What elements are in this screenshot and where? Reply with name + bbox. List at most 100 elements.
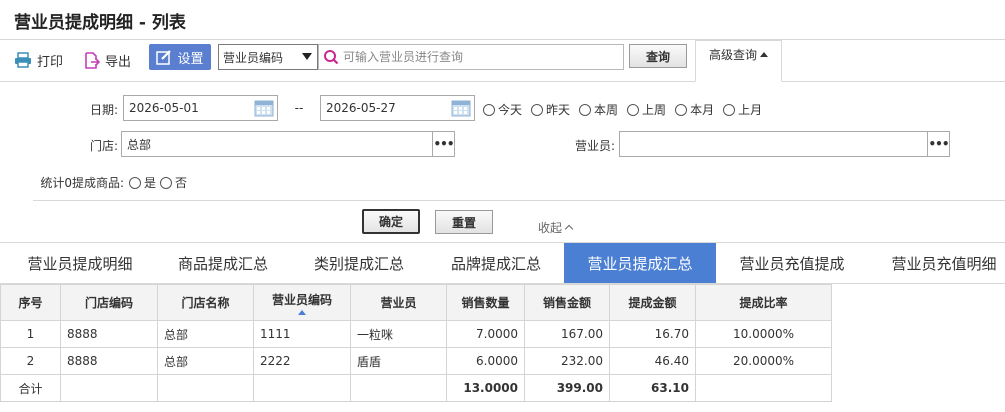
column-header[interactable]: 营业员: [350, 284, 447, 321]
table-cell: 2222: [253, 347, 351, 375]
zero-commission-label: 统计0提成商品:: [40, 176, 124, 190]
query-button[interactable]: 查询: [629, 44, 687, 68]
table-cell: 盾盾: [350, 347, 447, 375]
table-cell: 总部: [157, 347, 254, 375]
column-header-sorted[interactable]: 营业员编码: [253, 284, 351, 321]
quick-range-this-month[interactable]: 本月: [675, 101, 714, 118]
total-sales-amount: 399.00: [524, 374, 610, 402]
report-tabs: 营业员提成明细 商品提成汇总 类别提成汇总 品牌提成汇总 营业员提成汇总 营业员…: [0, 242, 1005, 284]
date-from-value: 2026-05-01: [129, 101, 199, 115]
table-cell: [695, 374, 832, 402]
store-value: 总部: [127, 137, 152, 152]
quick-range-today[interactable]: 今天: [483, 101, 522, 118]
radio-icon: [129, 176, 141, 189]
table-header-row: 序号 门店编码 门店名称 营业员编码 营业员 销售数量 销售金额 提成金额 提成…: [0, 284, 832, 321]
date-label: 日期:: [89, 103, 118, 117]
tab-clerk-commission-summary[interactable]: 营业员提成汇总: [564, 243, 716, 283]
quick-range-last-week[interactable]: 上周: [627, 101, 666, 118]
tab-clerk-recharge-detail[interactable]: 营业员充值明细: [868, 243, 1005, 283]
total-commission: 63.10: [609, 374, 696, 402]
chevron-up-icon: [564, 224, 574, 234]
tab-brand-commission-summary[interactable]: 品牌提成汇总: [428, 243, 564, 283]
reset-button[interactable]: 重置: [435, 210, 493, 234]
quick-range-label: 上月: [738, 103, 763, 117]
export-button[interactable]: 导出: [84, 49, 131, 71]
table-cell: 8888: [60, 320, 158, 348]
table-cell: [157, 374, 254, 402]
column-header[interactable]: 序号: [0, 284, 61, 321]
radio-icon: [675, 103, 688, 116]
table-cell: 6.0000: [446, 347, 525, 375]
zero-option-label: 是: [144, 176, 157, 190]
quick-range-this-week[interactable]: 本周: [579, 101, 618, 118]
tab-clerk-commission-detail[interactable]: 营业员提成明细: [0, 243, 160, 283]
filter-divider: [33, 200, 1005, 201]
calendar-icon[interactable]: [254, 99, 274, 117]
caret-up-icon: [760, 51, 768, 57]
tab-clerk-recharge-commission[interactable]: 营业员充值提成: [716, 243, 868, 283]
edit-icon: [156, 50, 172, 65]
collapse-label: 收起: [538, 221, 563, 235]
quick-range-label: 今天: [498, 103, 523, 117]
search-icon: [324, 50, 339, 65]
column-header[interactable]: 提成金额: [609, 284, 696, 321]
clerk-label: 营业员:: [574, 139, 615, 153]
quick-range-label: 昨天: [546, 103, 571, 117]
title-bar: 营业员提成明细 - 列表: [0, 0, 1005, 40]
radio-icon: [579, 103, 592, 116]
print-label: 打印: [37, 54, 64, 70]
advanced-search-button[interactable]: 高级查询: [695, 40, 782, 82]
column-header[interactable]: 销售数量: [446, 284, 525, 321]
column-header[interactable]: 销售金额: [524, 284, 610, 321]
table-row[interactable]: 1 8888 总部 1111 一粒咪 7.0000 167.00 16.70 1…: [0, 320, 832, 348]
table-cell: [253, 374, 351, 402]
table-cell: 1111: [253, 320, 351, 348]
table-cell: 167.00: [524, 320, 610, 348]
total-label: 合计: [0, 374, 61, 402]
commission-table: 序号 门店编码 门店名称 营业员编码 营业员 销售数量 销售金额 提成金额 提成…: [0, 284, 832, 402]
page-title: 营业员提成明细 - 列表: [14, 13, 186, 33]
export-label: 导出: [105, 54, 132, 70]
settings-label: 设置: [177, 51, 204, 67]
column-header[interactable]: 门店编码: [60, 284, 158, 321]
date-to-input[interactable]: 2026-05-27: [320, 95, 475, 121]
store-label: 门店:: [89, 139, 118, 153]
search-field-select[interactable]: 营业员编码: [218, 44, 318, 70]
table-cell: 10.0000%: [695, 320, 832, 348]
sort-ascending-icon: [298, 309, 306, 315]
store-input[interactable]: 总部 •••: [121, 131, 455, 157]
chevron-down-icon: [302, 53, 312, 60]
column-header[interactable]: 提成比率: [695, 284, 832, 321]
export-icon: [85, 51, 100, 69]
date-from-input[interactable]: 2026-05-01: [123, 95, 278, 121]
print-button[interactable]: 打印: [14, 49, 63, 71]
radio-icon: [531, 103, 544, 116]
table-cell: 一粒咪: [350, 320, 447, 348]
collapse-toggle[interactable]: 收起: [538, 219, 574, 236]
zero-option-label: 否: [175, 176, 188, 190]
tab-category-commission-summary[interactable]: 类别提成汇总: [291, 243, 427, 283]
table-cell: 2: [0, 347, 61, 375]
printer-icon: [15, 52, 31, 68]
calendar-icon[interactable]: [451, 99, 471, 117]
table-total-row: 合计 13.0000 399.00 63.10: [0, 374, 832, 402]
settings-button[interactable]: 设置: [149, 44, 211, 70]
column-header[interactable]: 门店名称: [157, 284, 254, 321]
quick-range-label: 本周: [594, 103, 619, 117]
confirm-button[interactable]: 确定: [362, 209, 420, 234]
radio-icon: [723, 103, 736, 116]
search-input[interactable]: [343, 50, 613, 64]
table-row[interactable]: 2 8888 总部 2222 盾盾 6.0000 232.00 46.40 20…: [0, 347, 832, 375]
tab-product-commission-summary[interactable]: 商品提成汇总: [155, 243, 291, 283]
search-field-value: 营业员编码: [223, 50, 284, 65]
zero-commission-no[interactable]: 否: [160, 174, 187, 191]
search-box: [318, 44, 624, 70]
quick-range-yesterday[interactable]: 昨天: [531, 101, 570, 118]
zero-commission-yes[interactable]: 是: [129, 174, 156, 191]
lookup-button[interactable]: •••: [927, 132, 950, 156]
clerk-input[interactable]: •••: [619, 131, 950, 157]
quick-range-last-month[interactable]: 上月: [723, 101, 762, 118]
toolbar: 打印 导出 设置 营业员编码 查询 高级查询: [0, 40, 1005, 82]
lookup-button[interactable]: •••: [432, 132, 455, 156]
table-cell: 总部: [157, 320, 254, 348]
